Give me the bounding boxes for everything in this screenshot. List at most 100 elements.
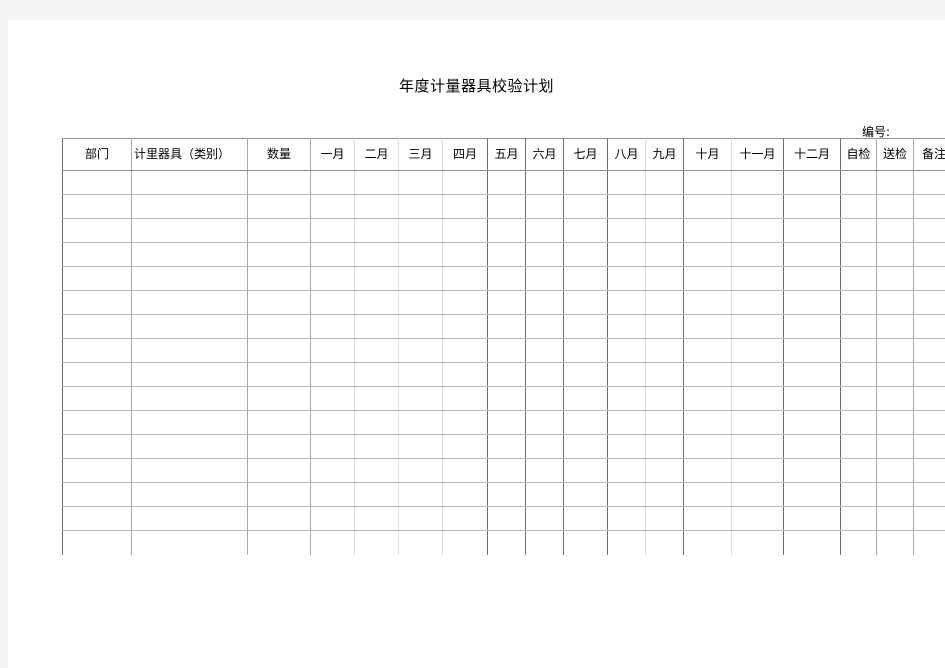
cell-send-inspection[interactable] — [876, 482, 914, 507]
cell-month-4[interactable] — [442, 338, 488, 363]
cell-self-inspection[interactable] — [840, 434, 877, 459]
cell-month-6[interactable] — [525, 506, 564, 531]
cell-month-9[interactable] — [645, 434, 684, 459]
cell-self-inspection[interactable] — [840, 506, 877, 531]
cell-send-inspection[interactable] — [876, 410, 914, 435]
cell-month-2[interactable] — [354, 314, 399, 339]
cell-month-5[interactable] — [487, 218, 526, 243]
cell-instrument[interactable] — [131, 362, 248, 387]
cell-month-3[interactable] — [398, 482, 443, 507]
cell-month-9[interactable] — [645, 242, 684, 267]
cell-month-2[interactable] — [354, 362, 399, 387]
cell-instrument[interactable] — [131, 314, 248, 339]
cell-month-4[interactable] — [442, 242, 488, 267]
cell-month-8[interactable] — [607, 362, 646, 387]
cell-month-8[interactable] — [607, 530, 646, 555]
cell-month-1[interactable] — [310, 170, 355, 195]
cell-month-4[interactable] — [442, 362, 488, 387]
cell-department[interactable] — [62, 314, 132, 339]
cell-self-inspection[interactable] — [840, 410, 877, 435]
cell-month-10[interactable] — [683, 506, 732, 531]
cell-month-4[interactable] — [442, 506, 488, 531]
cell-month-11[interactable] — [731, 170, 784, 195]
cell-month-12[interactable] — [783, 218, 841, 243]
cell-month-10[interactable] — [683, 386, 732, 411]
cell-month-5[interactable] — [487, 410, 526, 435]
cell-department[interactable] — [62, 386, 132, 411]
cell-department[interactable] — [62, 362, 132, 387]
cell-self-inspection[interactable] — [840, 458, 877, 483]
cell-month-3[interactable] — [398, 434, 443, 459]
cell-month-12[interactable] — [783, 410, 841, 435]
cell-department[interactable] — [62, 482, 132, 507]
cell-month-8[interactable] — [607, 314, 646, 339]
cell-month-2[interactable] — [354, 170, 399, 195]
cell-month-12[interactable] — [783, 170, 841, 195]
cell-instrument[interactable] — [131, 482, 248, 507]
cell-instrument[interactable] — [131, 458, 248, 483]
cell-month-9[interactable] — [645, 530, 684, 555]
cell-month-11[interactable] — [731, 458, 784, 483]
cell-month-7[interactable] — [563, 242, 608, 267]
cell-remark[interactable] — [913, 338, 945, 363]
cell-quantity[interactable] — [247, 362, 311, 387]
cell-month-6[interactable] — [525, 218, 564, 243]
cell-quantity[interactable] — [247, 410, 311, 435]
cell-month-10[interactable] — [683, 242, 732, 267]
cell-month-1[interactable] — [310, 458, 355, 483]
cell-month-5[interactable] — [487, 242, 526, 267]
cell-month-2[interactable] — [354, 434, 399, 459]
cell-instrument[interactable] — [131, 434, 248, 459]
cell-month-4[interactable] — [442, 482, 488, 507]
cell-month-5[interactable] — [487, 506, 526, 531]
cell-month-6[interactable] — [525, 530, 564, 555]
cell-self-inspection[interactable] — [840, 170, 877, 195]
cell-month-10[interactable] — [683, 170, 732, 195]
cell-instrument[interactable] — [131, 242, 248, 267]
cell-month-8[interactable] — [607, 338, 646, 363]
cell-department[interactable] — [62, 290, 132, 315]
cell-month-11[interactable] — [731, 218, 784, 243]
cell-quantity[interactable] — [247, 338, 311, 363]
cell-send-inspection[interactable] — [876, 314, 914, 339]
cell-remark[interactable] — [913, 530, 945, 555]
cell-month-12[interactable] — [783, 314, 841, 339]
cell-month-12[interactable] — [783, 266, 841, 291]
cell-self-inspection[interactable] — [840, 338, 877, 363]
cell-month-11[interactable] — [731, 314, 784, 339]
cell-month-2[interactable] — [354, 506, 399, 531]
cell-month-5[interactable] — [487, 434, 526, 459]
cell-month-12[interactable] — [783, 506, 841, 531]
cell-month-12[interactable] — [783, 338, 841, 363]
cell-month-11[interactable] — [731, 386, 784, 411]
cell-month-11[interactable] — [731, 434, 784, 459]
cell-month-12[interactable] — [783, 530, 841, 555]
cell-instrument[interactable] — [131, 386, 248, 411]
cell-month-9[interactable] — [645, 410, 684, 435]
cell-self-inspection[interactable] — [840, 218, 877, 243]
cell-month-5[interactable] — [487, 290, 526, 315]
cell-send-inspection[interactable] — [876, 362, 914, 387]
cell-quantity[interactable] — [247, 434, 311, 459]
cell-department[interactable] — [62, 410, 132, 435]
cell-month-5[interactable] — [487, 338, 526, 363]
cell-self-inspection[interactable] — [840, 362, 877, 387]
cell-month-1[interactable] — [310, 242, 355, 267]
cell-month-4[interactable] — [442, 314, 488, 339]
cell-month-4[interactable] — [442, 434, 488, 459]
cell-month-8[interactable] — [607, 290, 646, 315]
cell-month-6[interactable] — [525, 194, 564, 219]
cell-send-inspection[interactable] — [876, 338, 914, 363]
cell-month-4[interactable] — [442, 458, 488, 483]
cell-self-inspection[interactable] — [840, 386, 877, 411]
cell-month-6[interactable] — [525, 338, 564, 363]
cell-send-inspection[interactable] — [876, 218, 914, 243]
cell-month-4[interactable] — [442, 266, 488, 291]
cell-month-2[interactable] — [354, 458, 399, 483]
cell-quantity[interactable] — [247, 314, 311, 339]
cell-send-inspection[interactable] — [876, 530, 914, 555]
cell-department[interactable] — [62, 218, 132, 243]
cell-send-inspection[interactable] — [876, 242, 914, 267]
cell-month-11[interactable] — [731, 410, 784, 435]
cell-instrument[interactable] — [131, 290, 248, 315]
